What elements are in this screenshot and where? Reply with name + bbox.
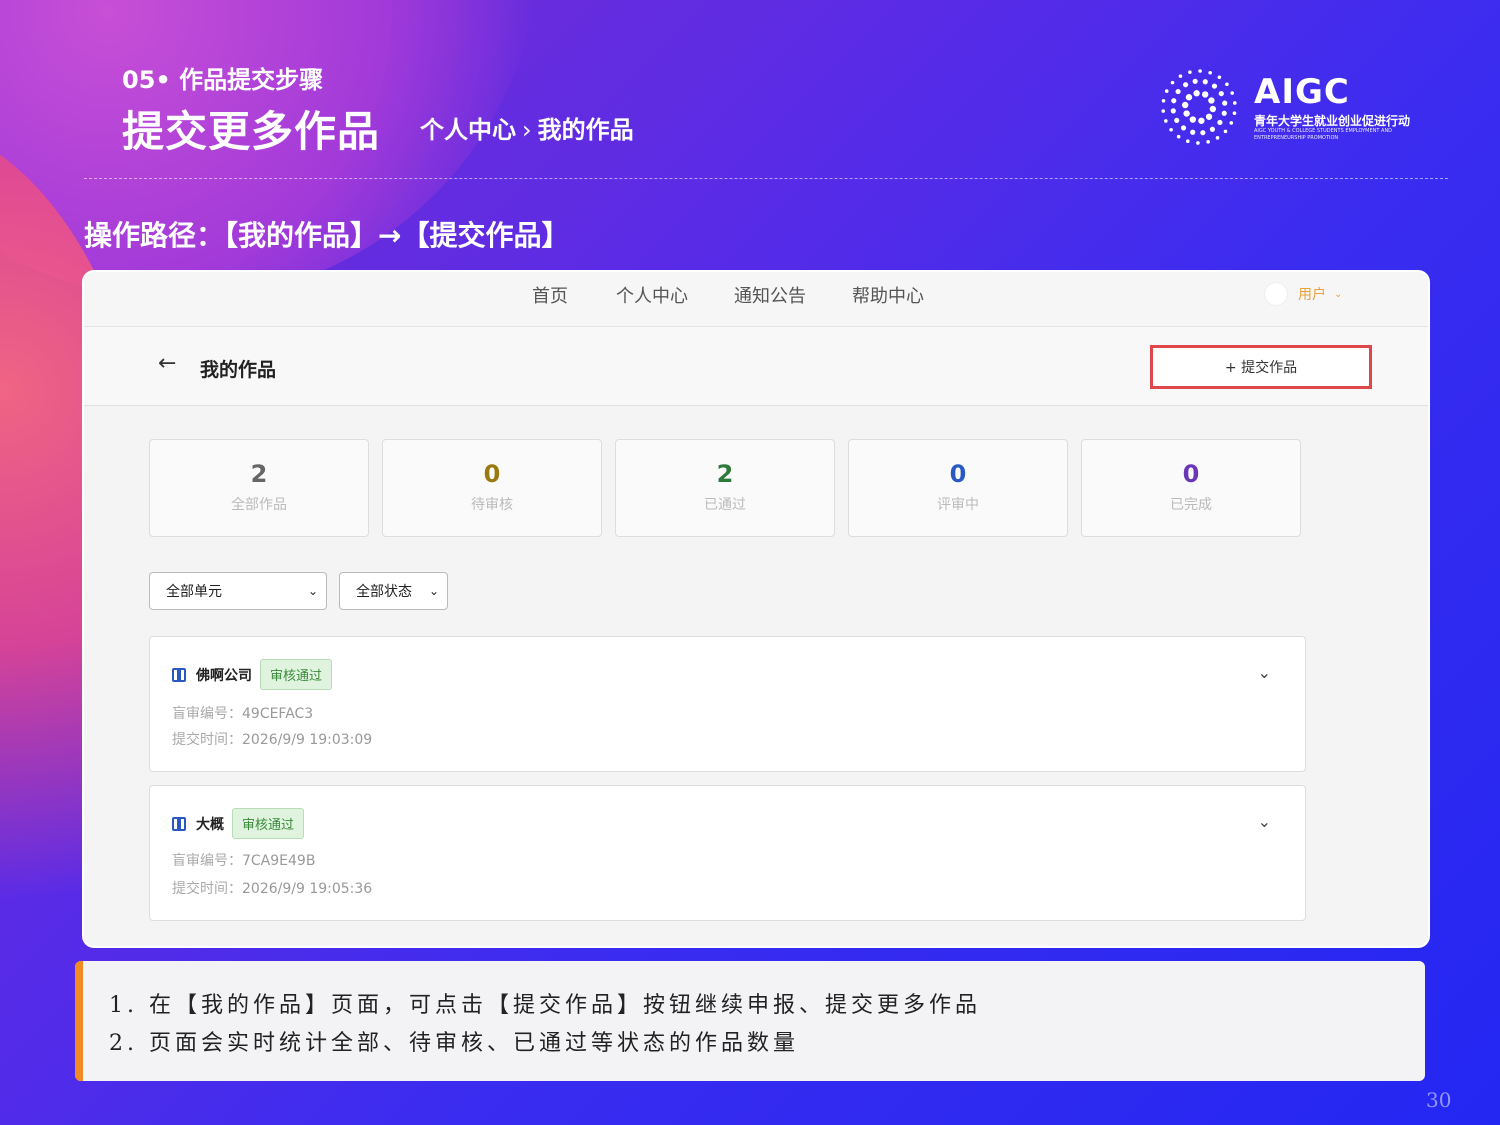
- notes-box: 1. 在【我的作品】页面，可点击【提交作品】按钮继续申报、提交更多作品 2. 页…: [75, 961, 1425, 1081]
- status-badge: 审核通过: [232, 808, 305, 839]
- film-icon: [172, 667, 186, 682]
- status-badge: 审核通过: [260, 659, 333, 690]
- app-screenshot: 首页 个人中心 通知公告 帮助中心 用户 ⌄ ← 我的作品 + 提交作品 2 全…: [82, 270, 1430, 948]
- operation-path: 操作路径：【我的作品】→【提交作品】: [84, 219, 570, 252]
- notes-accent-bar: [75, 961, 83, 1081]
- breadcrumb-item: 个人中心: [420, 116, 516, 144]
- work-time: 提交时间：2026/9/9 19:03:09: [172, 729, 372, 749]
- stat-card-completed: 0 已完成: [1081, 439, 1301, 537]
- submit-work-button[interactable]: + 提交作品: [1150, 345, 1372, 389]
- work-code-value: 49CEFAC3: [242, 706, 314, 722]
- work-name: 大概: [196, 816, 224, 833]
- filters: 全部单元 ⌄ 全部状态 ⌄: [149, 572, 448, 610]
- logo-subtitle: 青年大学生就业创业促进行动: [1254, 114, 1411, 128]
- status-select-value: 全部状态: [356, 584, 412, 600]
- work-card-header: 佛啊公司 审核通过: [172, 659, 333, 690]
- work-card[interactable]: 佛啊公司 审核通过 盲审编号：49CEFAC3 提交时间：2026/9/9 19…: [149, 636, 1306, 772]
- slide-title: 提交更多作品: [122, 107, 381, 156]
- work-time-value: 2026/9/9 19:05:36: [242, 881, 373, 897]
- user-menu[interactable]: 用户 ⌄: [1264, 282, 1342, 306]
- breadcrumb-item: 我的作品: [537, 116, 634, 144]
- breadcrumb-separator: ›: [522, 116, 532, 144]
- expand-chevron-icon[interactable]: ⌄: [1258, 663, 1271, 682]
- note-line: 2. 页面会实时统计全部、待审核、已通过等状态的作品数量: [109, 1031, 799, 1056]
- film-icon: [172, 816, 186, 831]
- stat-card-pending: 0 待审核: [382, 439, 602, 537]
- work-code: 盲审编号：7CA9E49B: [172, 850, 315, 870]
- breadcrumb: 个人中心 › 我的作品: [420, 110, 634, 145]
- unit-select-value: 全部单元: [166, 584, 222, 600]
- work-time: 提交时间：2026/9/9 19:05:36: [172, 878, 372, 898]
- note-line: 1. 在【我的作品】页面，可点击【提交作品】按钮继续申报、提交更多作品: [109, 993, 981, 1018]
- avatar: [1264, 282, 1288, 306]
- back-arrow-icon[interactable]: ←: [158, 351, 176, 376]
- stat-value: 0: [483, 460, 501, 488]
- status-select[interactable]: 全部状态 ⌄: [339, 572, 448, 610]
- work-code-value: 7CA9E49B: [242, 853, 316, 869]
- stat-label: 评审中: [937, 497, 979, 513]
- stat-label: 已完成: [1170, 497, 1212, 513]
- stat-card-all: 2 全部作品: [149, 439, 369, 537]
- stat-value: 2: [250, 460, 268, 488]
- work-code: 盲审编号：49CEFAC3: [172, 703, 313, 723]
- logo-english: AIGC YOUTH & COLLEGE STUDENTS EMPLOYMENT…: [1254, 128, 1393, 141]
- logo-name: AIGC: [1254, 72, 1350, 112]
- aigc-logo: AIGC 青年大学生就业创业促进行动 AIGC YOUTH & COLLEGE …: [1158, 66, 1458, 156]
- work-code-label: 盲审编号：: [172, 706, 242, 722]
- stat-card-approved: 2 已通过: [615, 439, 835, 537]
- stat-value: 0: [1182, 460, 1200, 488]
- stat-label: 全部作品: [231, 497, 287, 513]
- top-nav: 首页 个人中心 通知公告 帮助中心 用户 ⌄: [84, 272, 1428, 327]
- page-number: 30: [1426, 1088, 1452, 1112]
- stat-label: 待审核: [471, 497, 513, 513]
- work-code-label: 盲审编号：: [172, 853, 242, 869]
- nav-item-notices[interactable]: 通知公告: [734, 282, 806, 308]
- stat-card-reviewing: 0 评审中: [848, 439, 1068, 537]
- page-header: ← 我的作品 + 提交作品: [84, 327, 1428, 406]
- work-time-label: 提交时间：: [172, 881, 242, 897]
- stat-value: 2: [716, 460, 734, 488]
- logo-dots-icon: [1161, 69, 1237, 145]
- work-time-label: 提交时间：: [172, 732, 242, 748]
- stat-label: 已通过: [704, 497, 746, 513]
- nav-item-help[interactable]: 帮助中心: [852, 282, 924, 308]
- section-kicker: 05• 作品提交步骤: [122, 66, 324, 94]
- slide: 05• 作品提交步骤 提交更多作品 个人中心 › 我的作品 AIGC 青年大学生就业…: [0, 0, 1500, 1125]
- chevron-down-icon: ⌄: [1334, 288, 1343, 300]
- divider: [84, 178, 1448, 179]
- expand-chevron-icon[interactable]: ⌄: [1258, 812, 1271, 831]
- work-time-value: 2026/9/9 19:03:09: [242, 732, 373, 748]
- stats-row: 2 全部作品 0 待审核 2 已通过 0 评审中 0 已完成: [149, 439, 1301, 537]
- nav-item-home[interactable]: 首页: [532, 282, 568, 308]
- unit-select[interactable]: 全部单元 ⌄: [149, 572, 327, 610]
- nav-item-profile[interactable]: 个人中心: [616, 282, 688, 308]
- page-title: 我的作品: [200, 359, 277, 381]
- chevron-down-icon: ⌄: [307, 584, 318, 598]
- work-card-header: 大概 审核通过: [172, 808, 305, 839]
- work-card[interactable]: 大概 审核通过 盲审编号：7CA9E49B 提交时间：2026/9/9 19:0…: [149, 785, 1306, 921]
- chevron-down-icon: ⌄: [428, 584, 439, 598]
- stat-value: 0: [949, 460, 967, 488]
- work-name: 佛啊公司: [196, 667, 252, 684]
- user-name: 用户: [1298, 287, 1326, 303]
